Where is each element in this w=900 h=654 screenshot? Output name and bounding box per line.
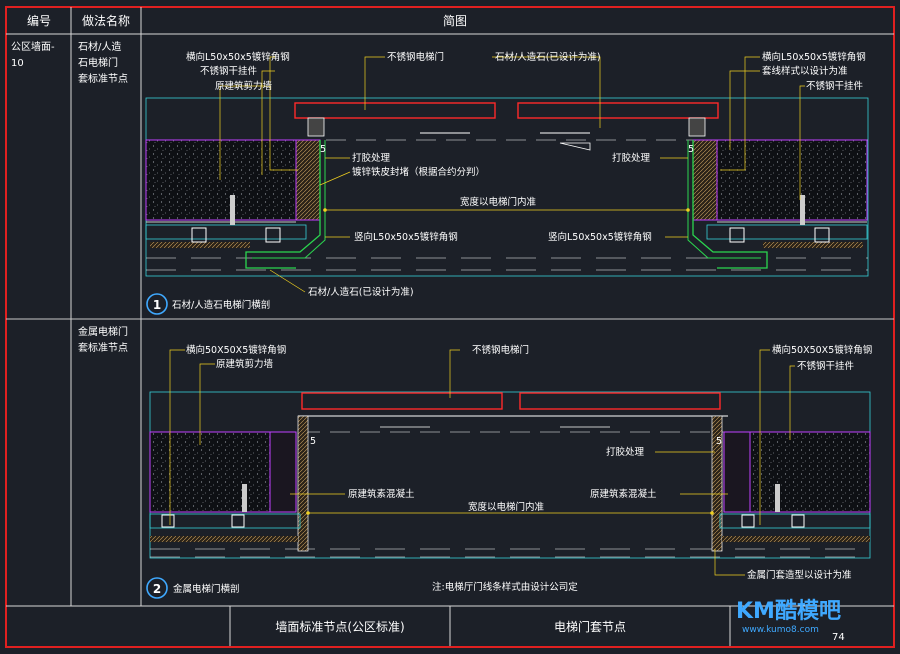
row1-method-line3: 套标准节点 <box>78 72 128 85</box>
col-diagram-header: 简图 <box>443 14 467 28</box>
watermark-url: www.kumo8.com <box>742 625 819 635</box>
d1-caption: 石材/人造石电梯门横剖 <box>172 299 270 311</box>
row2-method-line2: 套标准节点 <box>78 341 128 354</box>
row1-method-line2: 石电梯门 <box>78 56 118 69</box>
d2-label-angle-h-left: 横向50X50X5镀锌角钢 <box>186 344 286 356</box>
row1-no-line1: 公区墙面- <box>11 40 55 53</box>
row1-method-line1: 石材/人造 <box>78 40 121 53</box>
footer-left-title: 墙面标准节点(公区标准) <box>275 620 404 634</box>
d2-number: 2 <box>153 582 161 596</box>
footer-page: 74 <box>832 632 845 643</box>
d2-label-door: 不锈钢电梯门 <box>472 344 529 356</box>
d1-label-angle-h-right: 横向L50x50x5镀锌角钢 <box>762 51 866 63</box>
d2-dim5-left: 5 <box>310 436 316 447</box>
d2-label-concrete-left: 原建筑素混凝土 <box>348 488 415 500</box>
footer-right-title: 电梯门套节点 <box>554 619 626 634</box>
d2-label-frame: 金属门套造型以设计为准 <box>747 569 852 581</box>
d2-label-wall: 原建筑剪力墙 <box>216 358 274 370</box>
d1-label-sheet: 镀锌铁皮封堵（根据合约分判） <box>352 166 485 178</box>
d1-label-stone-bottom: 石材/人造石(已设计为准) <box>308 286 414 298</box>
d1-label-glue-left: 打胶处理 <box>352 152 391 164</box>
d2-caption: 金属电梯门横剖 <box>173 583 240 595</box>
d2-label-concrete-right: 原建筑素混凝土 <box>590 488 657 500</box>
d1-label-angle-v-right: 竖向L50x50x5镀锌角钢 <box>548 231 652 243</box>
d1-label-width: 宽度以电梯门内准 <box>460 196 537 208</box>
drawing-canvas: 编号 做法名称 简图 公区墙面- 10 石材/人造 石电梯门 套标准节点 金属电… <box>5 6 895 648</box>
d1-number: 1 <box>153 298 161 312</box>
d2-label-width: 宽度以电梯门内准 <box>468 501 545 513</box>
row1-no-line2: 10 <box>11 58 24 69</box>
d1-label-angle-h-left: 横向L50x50x5镀锌角钢 <box>186 51 290 63</box>
d1-label-angle-v-left: 竖向L50x50x5镀锌角钢 <box>354 231 458 243</box>
row2-method-line1: 金属电梯门 <box>78 325 128 338</box>
d2-note: 注:电梯厅门线条样式由设计公司定 <box>432 581 578 593</box>
col-no-header: 编号 <box>27 13 51 28</box>
d1-label-stone-top: 石材/人造石(已设计为准) <box>495 51 601 63</box>
d1-dim5-right: 5 <box>688 144 694 155</box>
d1-label-pendant-left: 不锈钢干挂件 <box>200 65 258 77</box>
watermark-logo: KM酷模吧 <box>736 599 841 624</box>
d2-label-angle-h-right: 横向50X50X5镀锌角钢 <box>772 344 872 356</box>
d1-dim5-left: 5 <box>320 144 326 155</box>
d1-label-door: 不锈钢电梯门 <box>387 51 444 63</box>
d1-label-pendant-right: 不锈钢干挂件 <box>806 80 864 92</box>
d2-label-glue-right: 打胶处理 <box>606 446 645 458</box>
col-method-header: 做法名称 <box>82 13 130 28</box>
d2-label-pendant-right: 不锈钢干挂件 <box>797 360 855 372</box>
d1-label-glue-right: 打胶处理 <box>612 152 651 164</box>
detail2-drawing: 5 5 <box>149 349 871 576</box>
d2-dim5-right: 5 <box>716 436 722 447</box>
d1-label-wall-left: 原建筑剪力墙 <box>215 80 273 92</box>
detail1-drawing: 5 5 <box>145 56 869 293</box>
d1-label-trim: 套线样式以设计为准 <box>762 65 848 77</box>
